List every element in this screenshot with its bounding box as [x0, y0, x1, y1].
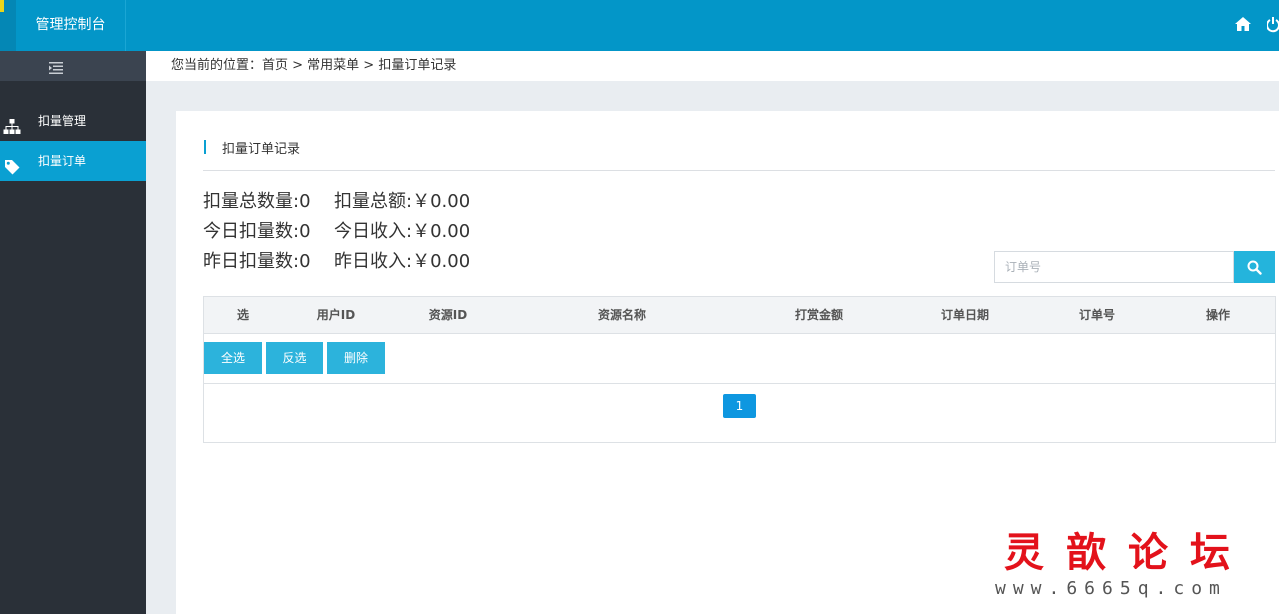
- column-header-order-number: 订单号: [1078, 308, 1115, 322]
- sidebar-item-deduction-orders[interactable]: 扣量订单: [0, 141, 146, 181]
- table-header: 选 用户ID 资源ID 资源名称 打赏金额 订单日期 订单号 操作: [204, 297, 1275, 334]
- select-all-button[interactable]: 全选: [204, 342, 262, 374]
- sitemap-icon: [3, 112, 21, 134]
- column-header-user-id: 用户ID: [316, 308, 356, 322]
- breadcrumb: 您当前的位置：首页 > 常用菜单 > 扣量订单记录: [146, 51, 1279, 81]
- column-header-actions: 操作: [1205, 308, 1230, 322]
- bulk-action-row: 全选 反选 删除: [204, 334, 1275, 384]
- watermark-text: 灵歆论坛: [1004, 529, 1252, 576]
- stat-total-amount: 扣量总额:￥0.00: [334, 191, 471, 212]
- column-header-resource-id: 资源ID: [428, 308, 468, 322]
- column-header-select: 选: [236, 308, 249, 322]
- power-icon[interactable]: [1266, 15, 1279, 35]
- collapse-menu-icon[interactable]: [49, 59, 63, 74]
- page-button-current[interactable]: 1: [723, 394, 756, 418]
- sidebar-item-label: 扣量管理: [38, 114, 87, 128]
- logo-mark: [0, 0, 4, 12]
- pagination: 1: [204, 384, 1275, 442]
- stat-today-count: 今日扣量数:0: [203, 221, 311, 242]
- logo-box[interactable]: [0, 0, 16, 51]
- stat-yesterday-income: 昨日收入:￥0.00: [334, 251, 471, 272]
- stats-summary: 扣量总数量:0 扣量总额:￥0.00 今日扣量数:0 今日收入:￥0.00 昨日扣量…: [203, 187, 470, 277]
- order-number-search-input[interactable]: [994, 251, 1234, 283]
- home-icon[interactable]: [1234, 15, 1252, 35]
- orders-table: 选 用户ID 资源ID 资源名称 打赏金额 订单日期 订单号 操作 全选 反选 …: [203, 296, 1276, 443]
- stat-row-total: 扣量总数量:0 扣量总额:￥0.00: [203, 187, 470, 217]
- column-header-order-date: 订单日期: [940, 308, 989, 322]
- title-accent-bar: [204, 140, 206, 154]
- page-title: 扣量订单记录: [222, 142, 301, 157]
- watermark-url: www.6665q.com: [995, 578, 1227, 599]
- search-button[interactable]: [1234, 251, 1275, 283]
- stat-today-income: 今日收入:￥0.00: [334, 221, 471, 242]
- sidebar-collapse-bar[interactable]: [0, 51, 146, 81]
- sidebar-item-label: 扣量订单: [38, 154, 87, 168]
- stat-row-today: 今日扣量数:0 今日收入:￥0.00: [203, 217, 470, 247]
- search-icon: [1247, 260, 1262, 275]
- column-header-tip-amount: 打赏金额: [794, 308, 843, 322]
- tag-icon: [3, 152, 21, 175]
- sidebar: 扣量管理 扣量订单: [0, 51, 146, 614]
- stat-total-count: 扣量总数量:0: [203, 191, 311, 212]
- delete-button[interactable]: 删除: [327, 342, 385, 374]
- top-header: 管理控制台: [0, 0, 1279, 51]
- stat-row-yesterday: 昨日扣量数:0 昨日收入:￥0.00: [203, 247, 470, 277]
- panel-header: 扣量订单记录: [203, 131, 1275, 171]
- stat-yesterday-count: 昨日扣量数:0: [203, 251, 311, 272]
- column-header-resource-name: 资源名称: [597, 308, 646, 322]
- sidebar-item-deduction-manage[interactable]: 扣量管理: [0, 101, 146, 141]
- app-title[interactable]: 管理控制台: [16, 0, 126, 51]
- invert-selection-button[interactable]: 反选: [266, 342, 323, 374]
